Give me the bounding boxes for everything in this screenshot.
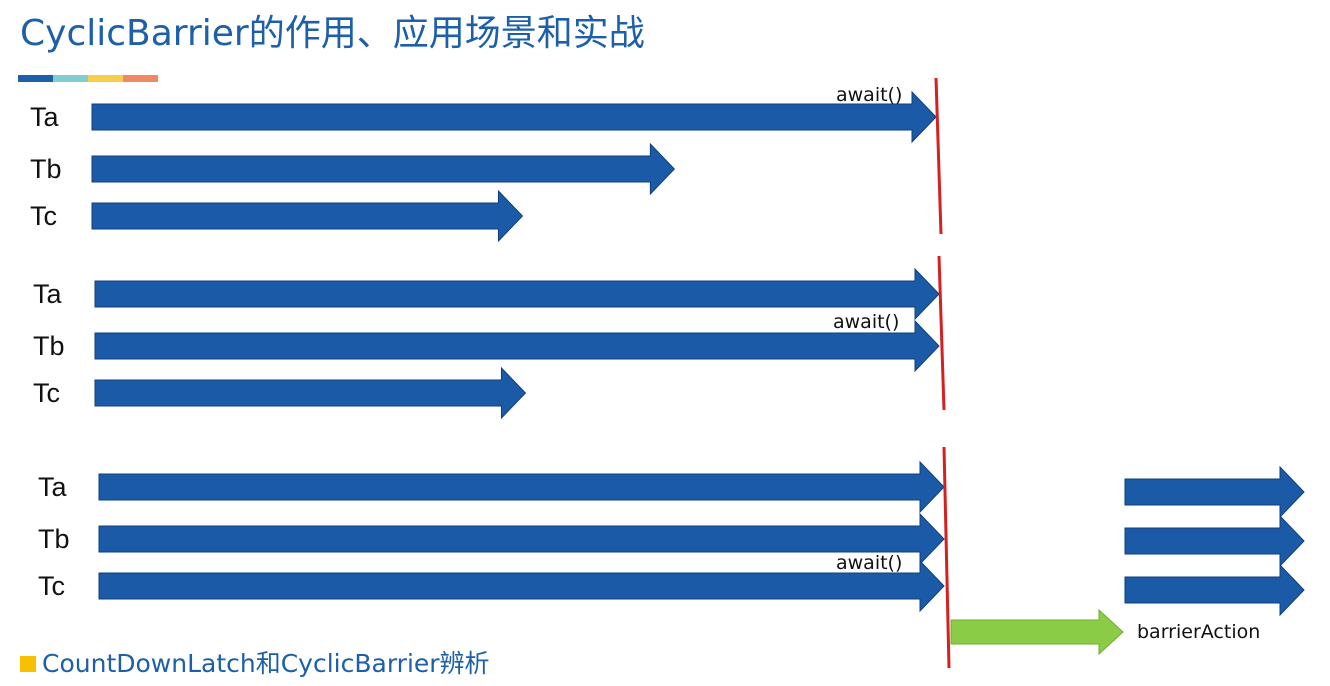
continued-thread-arrow bbox=[1124, 514, 1305, 568]
footer-bullet: CountDownLatch和CyclicBarrier辨析 bbox=[20, 648, 490, 680]
thread-label-ta: Ta bbox=[30, 102, 60, 132]
thread-label-tb: Tb bbox=[33, 331, 65, 361]
square-bullet-icon bbox=[20, 656, 36, 672]
footer-text: CountDownLatch和CyclicBarrier辨析 bbox=[42, 649, 490, 678]
barrier-line bbox=[937, 255, 946, 411]
barrier-line bbox=[934, 77, 943, 235]
thread-arrow-tc bbox=[94, 366, 527, 420]
thread-label-ta: Ta bbox=[38, 472, 68, 502]
thread-arrow-ta bbox=[94, 267, 940, 321]
cyclic-barrier-diagram: Ta Tb Tc await() Ta Tb Tc await() Ta Tb Tc await() b… bbox=[30, 77, 1305, 669]
thread-arrow-tb bbox=[91, 142, 676, 196]
thread-label-ta: Ta bbox=[33, 279, 63, 309]
thread-label-tc: Tc bbox=[33, 378, 60, 408]
thread-label-tb: Tb bbox=[30, 154, 62, 184]
thread-label-tc: Tc bbox=[38, 571, 65, 601]
barrier-line bbox=[942, 446, 951, 669]
barrier-action-label: barrierAction bbox=[1137, 621, 1260, 643]
await-label: await() bbox=[836, 552, 902, 574]
await-label: await() bbox=[833, 311, 899, 333]
thread-arrow-tc bbox=[91, 189, 524, 243]
thread-arrow-tb bbox=[94, 319, 940, 373]
thread-arrow-ta bbox=[91, 90, 937, 144]
thread-label-tc: Tc bbox=[30, 201, 57, 231]
thread-arrow-tc bbox=[98, 559, 945, 613]
thread-arrow-ta bbox=[98, 460, 945, 514]
barrier-action-arrow bbox=[950, 608, 1124, 656]
thread-label-tb: Tb bbox=[38, 524, 70, 554]
await-label: await() bbox=[836, 84, 902, 106]
continued-thread-arrow bbox=[1124, 465, 1305, 519]
continued-thread-arrow bbox=[1124, 563, 1305, 617]
thread-arrow-tb bbox=[98, 512, 945, 566]
